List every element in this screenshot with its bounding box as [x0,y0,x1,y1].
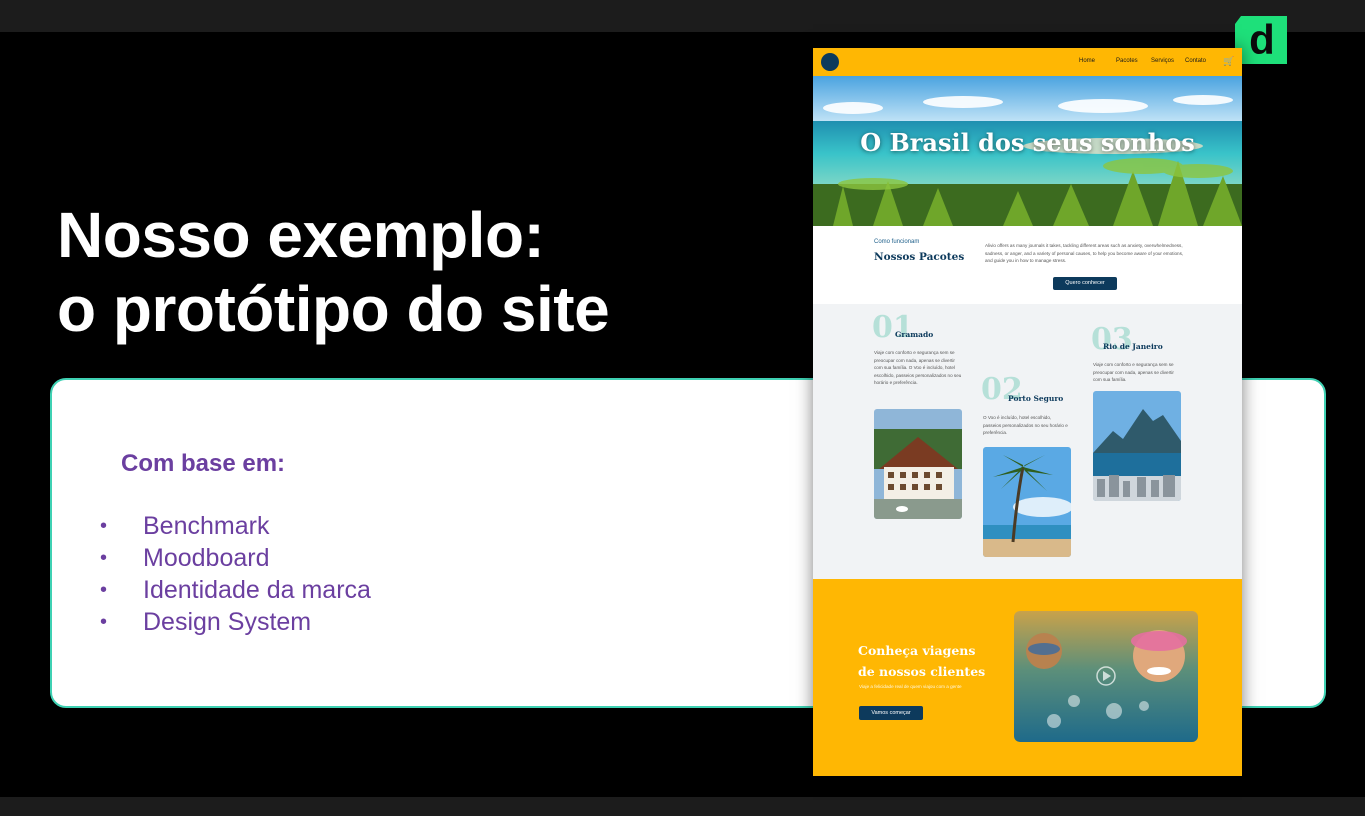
bottom-bar [0,797,1365,816]
bullet-item: Benchmark [100,510,371,542]
package-image-rio-de-janeiro[interactable] [1093,391,1181,501]
website-prototype: Home Pacotes Serviços Contato 🛒 O Brasil… [813,48,1242,776]
brand-logo-letter: d [1249,16,1275,63]
prototype-logo [821,53,839,71]
slide-title-line-2: o protótipo do site [57,273,610,345]
intro-eyebrow: Como funcionam [874,239,920,245]
nav-item-servicos[interactable]: Serviços [1151,58,1174,64]
top-bar [0,0,1365,32]
hero-title: O Brasil dos seus sonhos [860,128,1195,157]
slide-title-line-1: Nosso exemplo: [57,199,545,271]
package-city: Rio de Janeiro [1103,342,1163,351]
footer-heading-line-1: Conheça viagens [858,643,976,658]
prototype-navbar [813,48,1242,76]
nav-item-contato[interactable]: Contato [1185,58,1206,64]
footer-heading: Conheça viagens de nossos clientes [858,640,998,682]
intro-heading: Nossos Pacotes [874,251,965,263]
package-text: O Voo é incluído, hotel escolhido, passe… [983,415,1068,435]
footer-text: Viaje a felicidade real de quem viajou c… [859,684,962,689]
bullet-item: Design System [100,606,371,638]
slide-title: Nosso exemplo: o protótipo do site [57,198,610,346]
package-text: Viaje com conforto e segurança sem se pr… [874,350,962,385]
bullet-list: Benchmark Moodboard Identidade da marca … [100,510,371,638]
package-image-porto-seguro[interactable] [983,447,1071,557]
bullet-item: Moodboard [100,542,371,574]
package-city: Porto Seguro [1008,394,1064,403]
vamos-comecar-button[interactable]: Vamos começar [859,706,923,720]
quero-conhecer-button[interactable]: Quero conhecer [1053,277,1117,290]
bullet-item: Identidade da marca [100,574,371,606]
package-text: Viaje com conforto e segurança sem se pr… [1093,362,1174,382]
nav-item-home[interactable]: Home [1079,58,1095,64]
nav-item-pacotes[interactable]: Pacotes [1116,58,1138,64]
package-image-gramado[interactable] [874,409,962,519]
package-city: Gramado [895,330,934,339]
footer-image [1014,611,1198,742]
card-heading: Com base em: [121,450,286,477]
intro-description: Alivio offers as many journals it takes,… [985,243,1184,263]
footer-heading-line-2: de nossos clientes [858,664,986,679]
cart-icon[interactable]: 🛒 [1223,56,1234,67]
